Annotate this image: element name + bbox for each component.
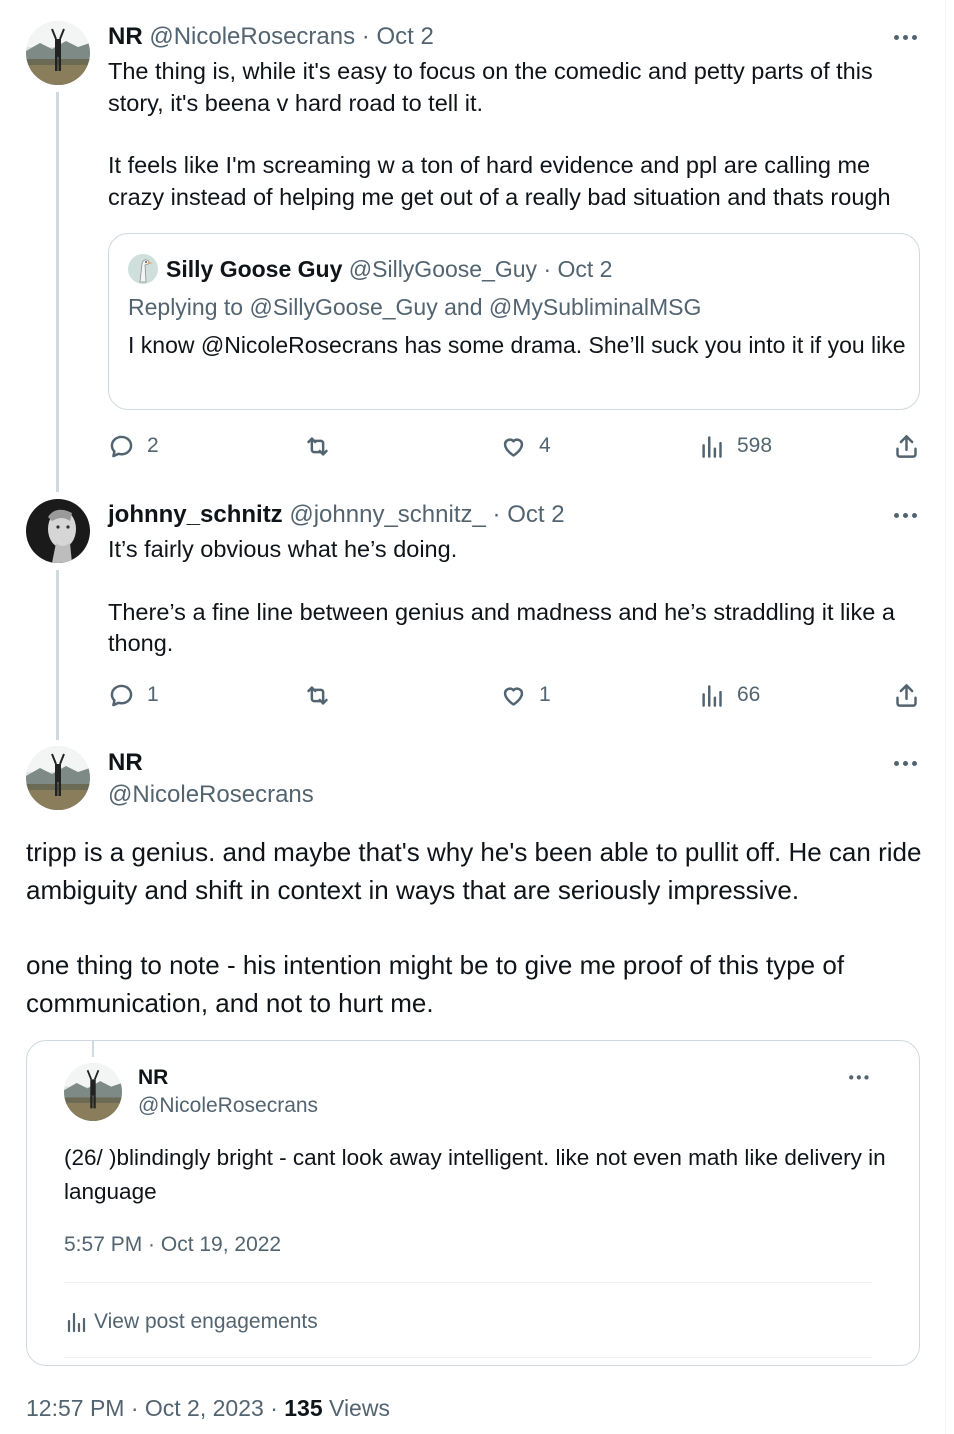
dot-separator: · bbox=[270, 1395, 278, 1421]
avatar-image-mountain bbox=[26, 746, 90, 810]
views-count: 66 bbox=[737, 683, 761, 706]
repost-icon bbox=[307, 436, 328, 456]
analytics-icon bbox=[702, 435, 722, 458]
post-paragraph: one thing to note - his intention might … bbox=[26, 950, 845, 1018]
reply-icon bbox=[110, 684, 133, 706]
quote-text: (26/ )blindingly bright - cant look away… bbox=[64, 1145, 886, 1204]
divider bbox=[64, 1282, 872, 1283]
post-date[interactable]: Oct 2 bbox=[376, 23, 433, 50]
replying-handle[interactable]: @MySubliminalMSG bbox=[489, 294, 702, 320]
repost-icon bbox=[307, 685, 328, 705]
views-count: 135 bbox=[284, 1395, 323, 1421]
thread-line bbox=[56, 92, 59, 492]
dot-separator: · bbox=[543, 256, 552, 282]
avatar-nr[interactable] bbox=[26, 21, 90, 85]
view-engagements-label: View post engagements bbox=[94, 1310, 318, 1333]
quote-author-name: NR bbox=[138, 1066, 169, 1089]
avatar-image-face bbox=[26, 499, 90, 563]
quote-header: Silly Goose Guy @SillyGoose_Guy · Oct 2 bbox=[166, 254, 612, 284]
more-icon[interactable] bbox=[893, 505, 923, 525]
dot-separator: · bbox=[492, 501, 501, 528]
views-label: Views bbox=[329, 1395, 390, 1421]
post-date[interactable]: Oct 2 bbox=[507, 501, 564, 528]
avatar-image-mountain bbox=[64, 1063, 122, 1121]
quote-author-handle: @NicoleRosecrans bbox=[138, 1094, 319, 1117]
quoted-post[interactable]: NR @NicoleRosecrans (26/ )blindingly bri… bbox=[26, 1040, 920, 1366]
like-button[interactable]: 4 bbox=[500, 430, 551, 462]
reply-button[interactable]: 1 bbox=[108, 679, 159, 711]
timeline-border bbox=[945, 0, 946, 1434]
avatar-johnny[interactable] bbox=[26, 499, 90, 563]
more-icon[interactable] bbox=[893, 27, 923, 47]
like-button[interactable]: 1 bbox=[500, 679, 551, 711]
main-author-handle[interactable]: @NicoleRosecrans bbox=[108, 780, 314, 810]
replying-and: and bbox=[444, 294, 483, 320]
post-header: johnny_schnitz @johnny_schnitz_ · Oct 2 bbox=[108, 500, 565, 530]
views-button[interactable]: 66 bbox=[698, 679, 760, 711]
reply-count: 1 bbox=[147, 683, 159, 706]
post-header: NR @NicoleRosecrans · Oct 2 bbox=[108, 22, 434, 52]
replying-handle[interactable]: @SillyGoose_Guy bbox=[249, 294, 437, 320]
quoted-post[interactable]: Silly Goose Guy @SillyGoose_Guy · Oct 2 … bbox=[108, 233, 920, 410]
goose-icon bbox=[128, 254, 158, 284]
post-text: It’s fairly obvious what he’s doing. The… bbox=[108, 534, 928, 660]
repost-button[interactable] bbox=[304, 679, 343, 711]
post-actions: 2 4 598 bbox=[108, 430, 928, 462]
post-metadata: 12:57 PM · Oct 2, 2023 · 135 Views bbox=[26, 1393, 390, 1423]
quote-text: I know @NicoleRosecrans has some drama. … bbox=[128, 332, 906, 358]
views-count: 598 bbox=[737, 434, 773, 457]
thread-line bbox=[56, 570, 59, 740]
dot-separator: · bbox=[361, 23, 370, 50]
view-engagements-button[interactable]: View post engagements bbox=[64, 1308, 318, 1336]
reply-button[interactable]: 2 bbox=[108, 430, 159, 462]
post-timestamp[interactable]: 12:57 PM · Oct 2, 2023 bbox=[26, 1395, 264, 1421]
author-handle[interactable]: @NicoleRosecrans bbox=[149, 23, 355, 50]
share-icon bbox=[896, 434, 917, 458]
divider bbox=[64, 1357, 872, 1358]
reply-icon bbox=[110, 435, 133, 457]
quote-timestamp: 5:57 PM · Oct 19, 2022 bbox=[64, 1233, 282, 1256]
main-post-text: tripp is a genius. and maybe that's why … bbox=[26, 833, 926, 1022]
reply-count: 2 bbox=[147, 434, 159, 457]
replying-to: Replying to @SillyGoose_Guy and @MySubli… bbox=[128, 292, 701, 322]
repost-button[interactable] bbox=[304, 430, 343, 462]
more-icon[interactable] bbox=[893, 753, 923, 773]
post-paragraph: It feels like I'm screaming w a ton of h… bbox=[108, 152, 891, 210]
post-text: The thing is, while it's easy to focus o… bbox=[108, 56, 928, 213]
analytics-icon bbox=[67, 1312, 86, 1333]
more-icon[interactable] bbox=[848, 1069, 874, 1086]
author-name[interactable]: NR bbox=[108, 23, 143, 50]
post-paragraph: It’s fairly obvious what he’s doing. bbox=[108, 536, 458, 562]
replying-prefix: Replying to bbox=[128, 294, 244, 320]
heart-icon bbox=[503, 438, 524, 457]
post-paragraph: The thing is, while it's easy to focus o… bbox=[108, 58, 873, 116]
like-count: 4 bbox=[539, 434, 551, 457]
post-paragraph: tripp is a genius. and maybe that's why … bbox=[26, 837, 922, 905]
analytics-icon bbox=[702, 684, 722, 707]
like-count: 1 bbox=[539, 683, 551, 706]
share-button[interactable] bbox=[893, 430, 920, 462]
author-name[interactable]: NR bbox=[108, 749, 143, 776]
quote-author-name: Silly Goose Guy bbox=[166, 256, 343, 282]
avatar-image-mountain bbox=[26, 21, 90, 85]
share-icon bbox=[896, 683, 917, 707]
author-handle[interactable]: @johnny_schnitz_ bbox=[289, 501, 485, 528]
main-author-name[interactable]: NR bbox=[108, 748, 143, 778]
quote-date: Oct 2 bbox=[557, 256, 613, 282]
post-actions: 1 1 66 bbox=[108, 679, 928, 711]
author-name[interactable]: johnny_schnitz bbox=[108, 501, 283, 528]
avatar-silly-goose bbox=[128, 254, 158, 284]
post-paragraph: There’s a fine line between genius and m… bbox=[108, 598, 895, 657]
avatar-nr bbox=[64, 1063, 122, 1121]
thread-line bbox=[92, 1041, 94, 1057]
share-button[interactable] bbox=[893, 679, 920, 711]
quote-author-handle: @SillyGoose_Guy bbox=[348, 256, 538, 282]
avatar-nr[interactable] bbox=[26, 746, 90, 810]
views-button[interactable]: 598 bbox=[698, 430, 772, 462]
heart-icon bbox=[503, 687, 524, 706]
